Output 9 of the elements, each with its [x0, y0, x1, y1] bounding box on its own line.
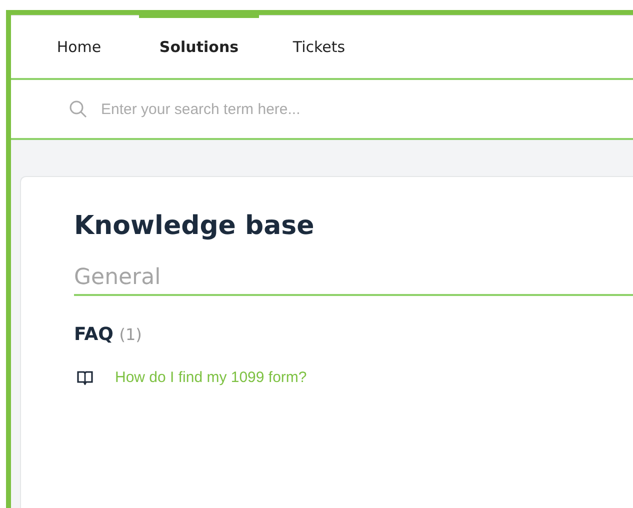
page-title: Knowledge base — [74, 211, 316, 241]
category-heading: General — [74, 265, 633, 296]
nav-tab[interactable]: Solutions — [139, 15, 259, 78]
article-count: (1) — [119, 325, 142, 344]
nav-tab[interactable]: Home — [19, 15, 139, 78]
search-icon — [69, 100, 87, 118]
section-title: FAQ — [74, 324, 114, 345]
book-icon — [77, 370, 93, 384]
nav-tab[interactable]: Tickets — [259, 15, 379, 78]
